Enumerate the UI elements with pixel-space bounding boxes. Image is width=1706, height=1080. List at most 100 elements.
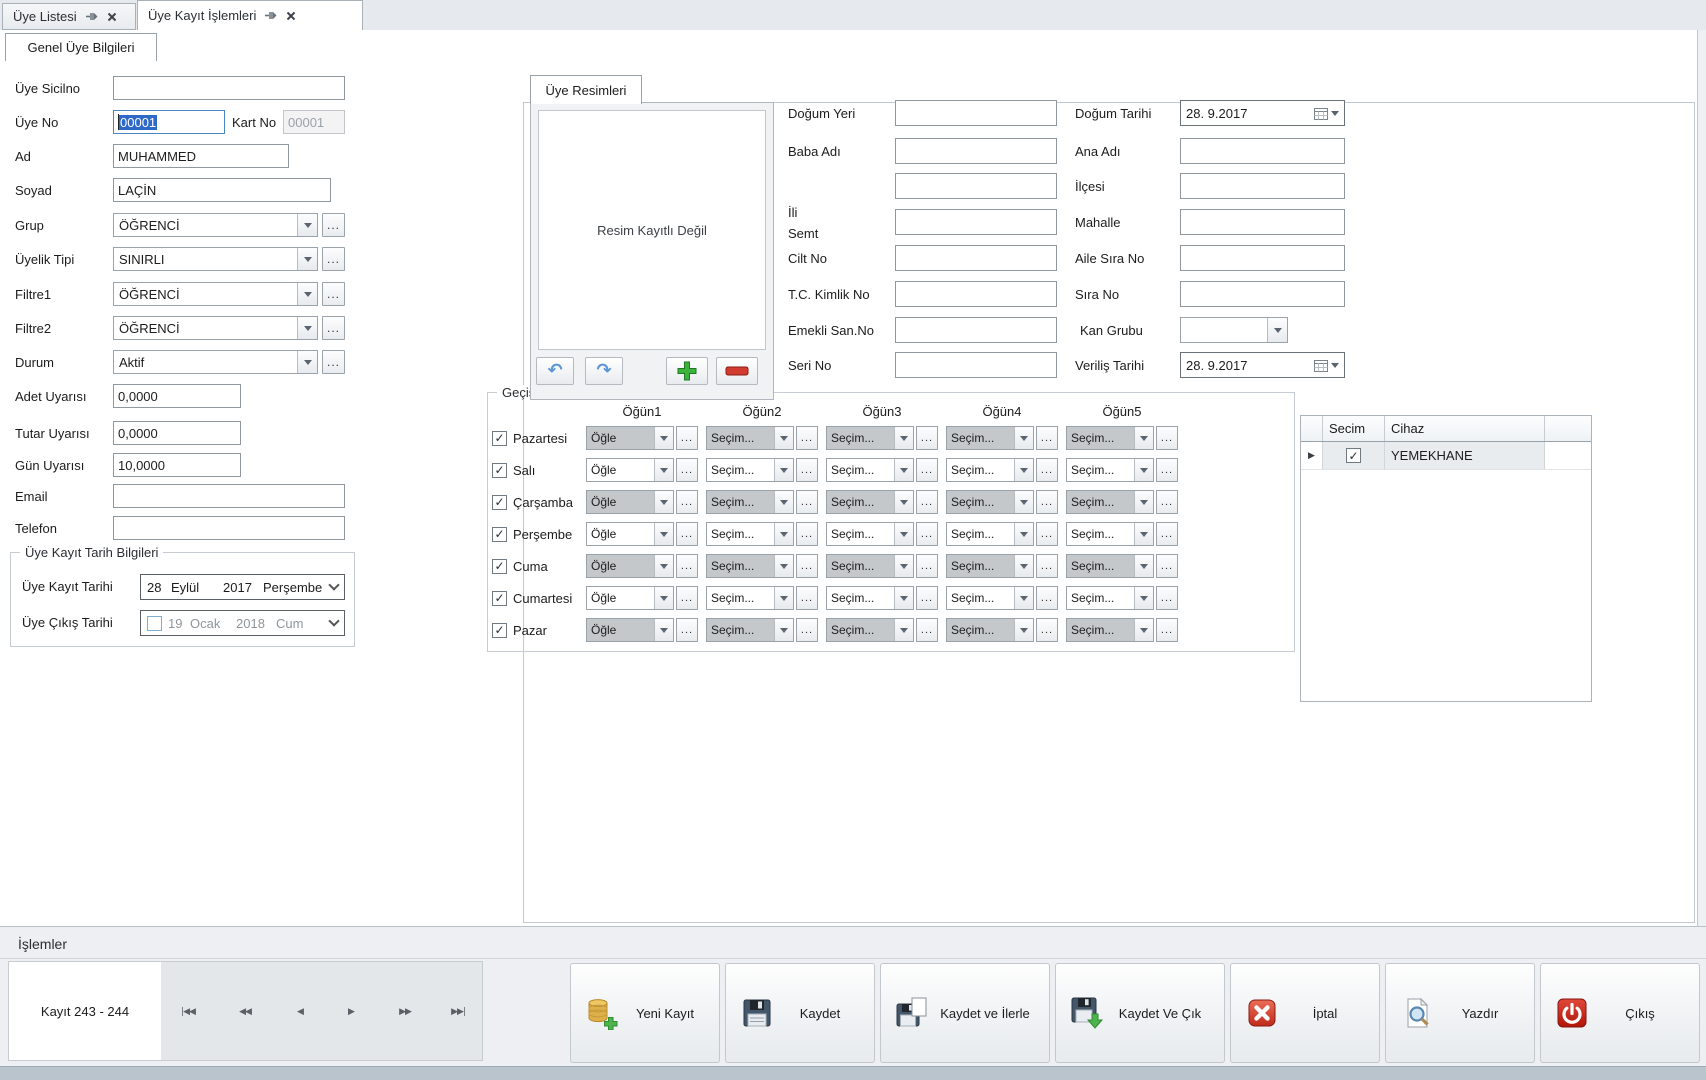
uyelik-tipi-select[interactable]: SINIRLI [113, 247, 318, 271]
meal-select[interactable]: Seçim... [946, 586, 1034, 610]
chevron-down-icon[interactable] [774, 619, 793, 641]
meal-browse-button[interactable]: ... [1156, 522, 1178, 546]
meal-select[interactable]: Öğle [586, 426, 674, 450]
chevron-down-icon[interactable] [894, 555, 913, 577]
meal-browse-button[interactable]: ... [916, 426, 938, 450]
filtre1-browse-button[interactable]: ... [322, 282, 345, 306]
cilt-no-input[interactable] [895, 245, 1057, 271]
meal-select[interactable]: Seçim... [1066, 586, 1154, 610]
emekli-san-no-input[interactable] [895, 317, 1057, 343]
meal-select[interactable]: Seçim... [946, 458, 1034, 482]
chevron-down-icon[interactable] [774, 555, 793, 577]
meal-browse-button[interactable]: ... [676, 458, 698, 482]
nav-prev-button[interactable]: ◀ [278, 1000, 322, 1024]
meal-browse-button[interactable]: ... [1156, 458, 1178, 482]
day-checkbox[interactable]: ✓ [492, 623, 507, 638]
meal-browse-button[interactable]: ... [1036, 522, 1058, 546]
yeni-kayit-button[interactable]: Yeni Kayıt [570, 963, 720, 1063]
kaydet-button[interactable]: Kaydet [725, 963, 875, 1063]
uye-sicilno-input[interactable] [113, 76, 345, 100]
pin-icon[interactable] [265, 10, 277, 21]
meal-browse-button[interactable]: ... [676, 426, 698, 450]
day-checkbox[interactable]: ✓ [492, 591, 507, 606]
table-row[interactable]: ▶ ✓ YEMEKHANE [1301, 442, 1591, 470]
pin-icon[interactable] [86, 11, 98, 22]
semt-input[interactable] [895, 209, 1057, 235]
day-checkbox[interactable]: ✓ [492, 495, 507, 510]
meal-select[interactable]: Seçim... [826, 458, 914, 482]
grup-browse-button[interactable]: ... [322, 213, 345, 237]
meal-browse-button[interactable]: ... [1036, 426, 1058, 450]
chevron-down-icon[interactable] [654, 491, 673, 513]
meal-select[interactable]: Seçim... [706, 554, 794, 578]
chevron-down-icon[interactable] [774, 523, 793, 545]
meal-browse-button[interactable]: ... [1036, 618, 1058, 642]
ilcesi-input[interactable] [1180, 173, 1345, 199]
chevron-down-icon[interactable] [1331, 363, 1339, 372]
chevron-down-icon[interactable] [1331, 111, 1339, 120]
durum-select[interactable]: Aktif [113, 350, 318, 374]
dogum-tarihi-picker[interactable]: 28. 9.2017 [1180, 100, 1345, 126]
close-icon[interactable] [286, 11, 296, 21]
meal-select[interactable]: Seçim... [826, 522, 914, 546]
meal-browse-button[interactable]: ... [796, 458, 818, 482]
tc-kimlik-no-input[interactable] [895, 281, 1057, 307]
chevron-down-icon[interactable] [297, 351, 317, 373]
chevron-down-icon[interactable] [654, 459, 673, 481]
chevron-down-icon[interactable] [894, 427, 913, 449]
meal-browse-button[interactable]: ... [916, 522, 938, 546]
chevron-down-icon[interactable] [297, 214, 317, 236]
meal-browse-button[interactable]: ... [676, 490, 698, 514]
mahalle-input[interactable] [1180, 209, 1345, 235]
meal-select[interactable]: Seçim... [826, 554, 914, 578]
meal-browse-button[interactable]: ... [1036, 554, 1058, 578]
day-checkbox[interactable]: ✓ [492, 463, 507, 478]
meal-select[interactable]: Seçim... [946, 618, 1034, 642]
close-icon[interactable] [107, 12, 117, 22]
meal-browse-button[interactable]: ... [1156, 586, 1178, 610]
meal-select[interactable]: Seçim... [706, 490, 794, 514]
chevron-down-icon[interactable] [328, 615, 339, 626]
meal-browse-button[interactable]: ... [796, 554, 818, 578]
photo-add-button[interactable] [666, 357, 708, 385]
aile-sira-no-input[interactable] [1180, 245, 1345, 271]
chevron-down-icon[interactable] [894, 523, 913, 545]
verilis-tarihi-picker[interactable]: 28. 9.2017 [1180, 352, 1345, 378]
photo-remove-button[interactable] [716, 357, 758, 385]
day-checkbox[interactable]: ✓ [492, 559, 507, 574]
meal-browse-button[interactable]: ... [796, 618, 818, 642]
email-input[interactable] [113, 484, 345, 508]
filtre2-browse-button[interactable]: ... [322, 316, 345, 340]
meal-select[interactable]: Seçim... [706, 426, 794, 450]
filtre1-select[interactable]: ÖĞRENCİ [113, 282, 318, 306]
meal-browse-button[interactable]: ... [1036, 586, 1058, 610]
chevron-down-icon[interactable] [1267, 318, 1287, 342]
tab-uye-listesi[interactable]: Üye Listesi [2, 3, 136, 30]
meal-browse-button[interactable]: ... [1156, 426, 1178, 450]
chevron-down-icon[interactable] [1134, 427, 1153, 449]
chevron-down-icon[interactable] [1014, 459, 1033, 481]
meal-select[interactable]: Seçim... [706, 458, 794, 482]
nav-forward-button[interactable]: ▶▶ [383, 1000, 427, 1024]
meal-browse-button[interactable]: ... [916, 458, 938, 482]
meal-select[interactable]: Seçim... [1066, 618, 1154, 642]
nav-next-button[interactable]: ▶ [329, 1000, 373, 1024]
photo-prev-button[interactable]: ↶ [536, 357, 574, 385]
chevron-down-icon[interactable] [328, 579, 339, 590]
meal-browse-button[interactable]: ... [916, 618, 938, 642]
chevron-down-icon[interactable] [1014, 491, 1033, 513]
chevron-down-icon[interactable] [654, 427, 673, 449]
ana-adi-input[interactable] [1180, 138, 1345, 164]
chevron-down-icon[interactable] [774, 427, 793, 449]
soyad-input[interactable]: LAÇİN [113, 178, 331, 202]
chevron-down-icon[interactable] [1134, 555, 1153, 577]
ad-input[interactable]: MUHAMMED [113, 144, 289, 168]
filtre2-select[interactable]: ÖĞRENCİ [113, 316, 318, 340]
meal-browse-button[interactable]: ... [796, 586, 818, 610]
meal-browse-button[interactable]: ... [676, 618, 698, 642]
device-checkbox[interactable]: ✓ [1346, 448, 1361, 463]
day-checkbox[interactable]: ✓ [492, 431, 507, 446]
kaydet-ve-ilerle-button[interactable]: Kaydet ve İlerle [880, 963, 1050, 1063]
gun-uyarisi-input[interactable]: 10,0000 [113, 453, 241, 477]
meal-browse-button[interactable]: ... [1036, 458, 1058, 482]
